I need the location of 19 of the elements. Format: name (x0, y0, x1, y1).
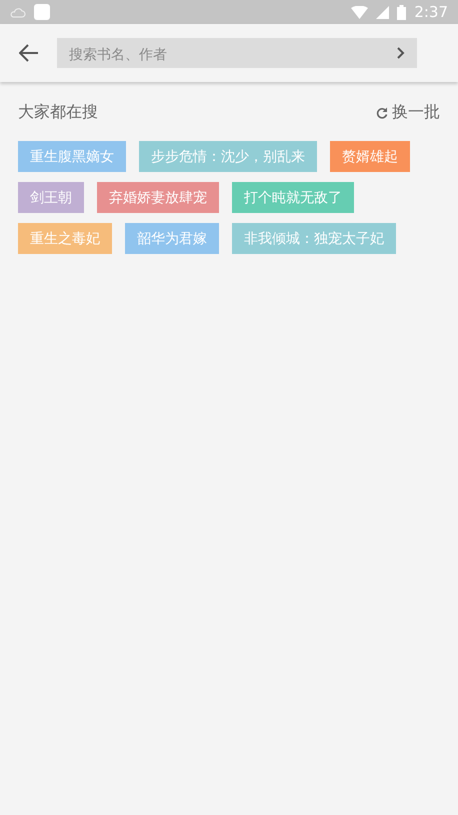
search-field[interactable]: 搜索书名、作者 (57, 38, 417, 68)
search-tag[interactable]: 弃婚娇妻放肆宠 (97, 182, 219, 213)
signal-icon (376, 6, 390, 18)
search-tag[interactable]: 剑王朝 (18, 182, 84, 213)
battery-icon (397, 4, 406, 20)
search-tag[interactable]: 赘婿雄起 (330, 141, 410, 172)
search-tag[interactable]: 韶华为君嫁 (125, 223, 219, 254)
search-tag[interactable]: 非我倾城：独宠太子妃 (232, 223, 396, 254)
refresh-button[interactable]: 换一批 (376, 102, 440, 123)
wifi-icon (351, 6, 368, 18)
refresh-icon (376, 106, 388, 118)
clock-time: 2:37 (414, 3, 448, 21)
search-tag[interactable]: 步步危情：沈少，别乱来 (139, 141, 317, 172)
notification-icon (34, 4, 50, 20)
search-tag[interactable]: 打个盹就无敌了 (232, 182, 354, 213)
search-tag[interactable]: 重生之毒妃 (18, 223, 112, 254)
section-title: 大家都在搜 (18, 102, 98, 123)
search-tag[interactable]: 重生腹黑嫡女 (18, 141, 126, 172)
chevron-right-icon (397, 47, 405, 59)
